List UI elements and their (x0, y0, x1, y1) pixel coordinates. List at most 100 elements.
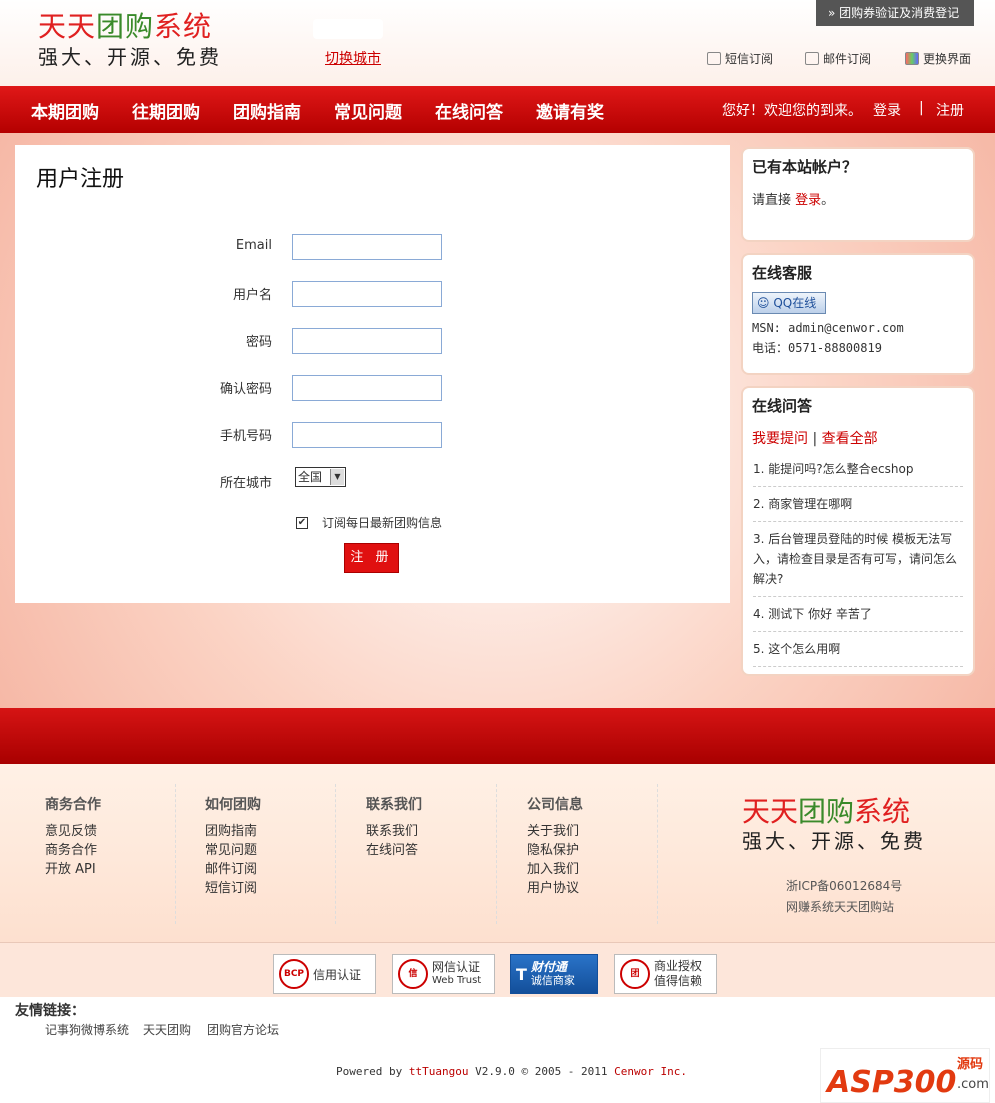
password-field[interactable] (292, 328, 442, 354)
credit-badge-label: 信用认证 (313, 967, 362, 982)
account-title: 已有本站帐户？ (752, 158, 858, 176)
account-prompt: 请直接 (752, 193, 792, 208)
question-item[interactable]: 5. 这个怎么用啊 (753, 632, 963, 667)
tenpay-badge[interactable]: T 财付通 诚信商家 (510, 954, 598, 994)
site-logo[interactable]: 天天团购系统 强大、开源、免费 (38, 10, 222, 70)
tenpay-label: 财付通 诚信商家 (531, 960, 575, 988)
question-item[interactable]: 4. 测试下 你好 辛苦了 (753, 597, 963, 632)
footer-link[interactable]: 团购指南 (205, 820, 261, 839)
powered-by: Powered by ttTuangou V2.9.0 © 2005 - 201… (336, 1065, 687, 1078)
icp-link[interactable]: 浙ICP备06012684号 (786, 876, 902, 897)
mail-subscribe-link[interactable]: 邮件订阅 (805, 50, 871, 67)
bcp-seal-icon: BCP (279, 959, 309, 989)
red-band (0, 708, 995, 764)
footer-divider (657, 784, 658, 924)
theme-label: 更换界面 (923, 52, 972, 66)
tenpay-line2: 诚信商家 (530, 974, 575, 987)
webtrust-badge[interactable]: 信网信认证 Web Trust (392, 954, 495, 994)
phone-icon (707, 52, 721, 65)
watermark-side1: 源码 (957, 1057, 984, 1072)
nav-item-guide[interactable]: 团购指南 (233, 98, 301, 123)
verify-coupon-link[interactable]: » 团购券验证及消费登记 (816, 0, 974, 26)
account-text: 请直接 登录。 (752, 189, 973, 208)
city-select-value: 全国 (298, 470, 323, 484)
sidebar-login-link[interactable]: 登录 (795, 193, 821, 208)
nav-item-past[interactable]: 往期团购 (132, 98, 200, 123)
license-badge[interactable]: 团商业授权 值得信赖 (614, 954, 717, 994)
phone-field[interactable] (292, 422, 442, 448)
footer-col-business: 商务合作 意见反馈 商务合作 开放 API (45, 794, 101, 877)
footer-logo: 天天团购系统 强大、开源、免费 (742, 796, 926, 854)
qq-online-button[interactable]: ☺ QQ在线 (752, 292, 826, 314)
city-select[interactable]: 全国 ▼ (295, 467, 346, 487)
theme-icon (905, 52, 919, 65)
city-name-box (313, 19, 383, 39)
webtrust-line2: Web Trust (432, 975, 482, 986)
footer-link[interactable]: 短信订阅 (205, 877, 261, 896)
license-label: 商业授权 值得信赖 (654, 959, 702, 989)
footer-link[interactable]: 常见问题 (205, 839, 261, 858)
footer-col-title: 如何团购 (205, 797, 261, 813)
qa-title: 在线问答 (752, 397, 813, 415)
credit-badge[interactable]: BCP 信用认证 (273, 954, 376, 994)
webtrust-seal-icon: 信 (398, 959, 428, 989)
top-header: 天天团购系统 强大、开源、免费 切换城市 » 团购券验证及消费登记 短信订阅 邮… (0, 0, 995, 86)
footer-link[interactable]: 联系我们 (366, 820, 422, 839)
register-button[interactable]: 注 册 (344, 543, 399, 573)
nav-login-link[interactable]: 登录 (873, 100, 901, 120)
site-name: 网赚系统天天团购站 (786, 900, 895, 914)
powered-version: V2.9.0 © 2005 - 2011 (475, 1065, 608, 1078)
footer-col-title: 联系我们 (366, 797, 422, 813)
account-end: 。 (821, 193, 835, 208)
footer-link[interactable]: 在线问答 (366, 839, 422, 858)
footer-link[interactable]: 商务合作 (45, 839, 101, 858)
view-all-link[interactable]: 查看全部 (822, 431, 878, 447)
main-nav: 本期团购 往期团购 团购指南 常见问题 在线问答 邀请有奖 您好！欢迎您的到来。… (0, 86, 995, 133)
powered-company-link[interactable]: Cenwor Inc. (614, 1065, 687, 1078)
footer-logo-part-3: 系统 (854, 795, 911, 828)
logo-title: 天天团购系统 (38, 10, 222, 44)
footer-col-howto: 如何团购 团购指南 常见问题 邮件订阅 短信订阅 (205, 794, 261, 896)
nav-register-link[interactable]: 注册 (936, 100, 964, 120)
footer-link[interactable]: 用户协议 (527, 877, 583, 896)
subscribe-checkbox[interactable]: ✔ (296, 517, 308, 529)
nav-item-current[interactable]: 本期团购 (31, 98, 99, 123)
footer-link[interactable]: 邮件订阅 (205, 858, 261, 877)
footer-link[interactable]: 开放 API (45, 858, 101, 877)
watermark-main: ASP300 (827, 1065, 957, 1100)
sms-subscribe-link[interactable]: 短信订阅 (707, 50, 773, 67)
friend-link[interactable]: 团购官方论坛 (207, 1021, 279, 1038)
icp-info: 浙ICP备06012684号 网赚系统天天团购站 (786, 876, 902, 918)
nav-item-invite[interactable]: 邀请有奖 (536, 98, 604, 123)
footer-link[interactable]: 加入我们 (527, 858, 583, 877)
question-item[interactable]: 3. 后台管理员登陆的时候 模板无法写入，请检查目录是否有可写，请问怎么解决? (753, 522, 963, 597)
confirm-password-field[interactable] (292, 375, 442, 401)
qa-actions: 我要提问 | 查看全部 (752, 428, 973, 448)
question-item[interactable]: 1. 能提问吗?怎么整合ecshop (753, 452, 963, 487)
email-field[interactable] (292, 234, 442, 260)
nav-item-faq[interactable]: 常见问题 (334, 98, 402, 123)
friend-link[interactable]: 天天团购 (143, 1021, 191, 1038)
change-theme-link[interactable]: 更换界面 (905, 50, 971, 67)
friend-link[interactable]: 记事狗微博系统 (45, 1021, 129, 1038)
footer-logo-part-2: 团购 (798, 795, 855, 828)
footer-link[interactable]: 隐私保护 (527, 839, 583, 858)
switch-city-link[interactable]: 切换城市 (325, 48, 381, 68)
register-panel: 用户注册 Email 用户名 密码 确认密码 手机号码 所在城市 全国 ▼ ✔ 订… (15, 145, 730, 603)
username-field[interactable] (292, 281, 442, 307)
logo-part-3: 系统 (154, 10, 213, 43)
account-box: 已有本站帐户？ 请直接 登录。 (741, 147, 975, 242)
footer-link[interactable]: 关于我们 (527, 820, 583, 839)
footer: 商务合作 意见反馈 商务合作 开放 API 如何团购 团购指南 常见问题 邮件订… (0, 764, 995, 942)
trust-badges: BCP 信用认证 信网信认证 Web Trust T 财付通 诚信商家 团商业授权 值得信… (0, 942, 995, 997)
nav-separator: | (919, 100, 924, 116)
ask-question-link[interactable]: 我要提问 (752, 431, 808, 447)
shield-icon: T (516, 964, 527, 984)
watermark-logo: ASP300 源码 .com (820, 1048, 990, 1103)
question-item[interactable]: 2. 商家管理在哪啊 (753, 487, 963, 522)
powered-product-link[interactable]: ttTuangou (409, 1065, 469, 1078)
phone-text: 电话：0571-88800819 (752, 341, 882, 355)
footer-link[interactable]: 意见反馈 (45, 820, 101, 839)
nav-item-qa[interactable]: 在线问答 (435, 98, 503, 123)
sms-label: 短信订阅 (725, 52, 774, 66)
